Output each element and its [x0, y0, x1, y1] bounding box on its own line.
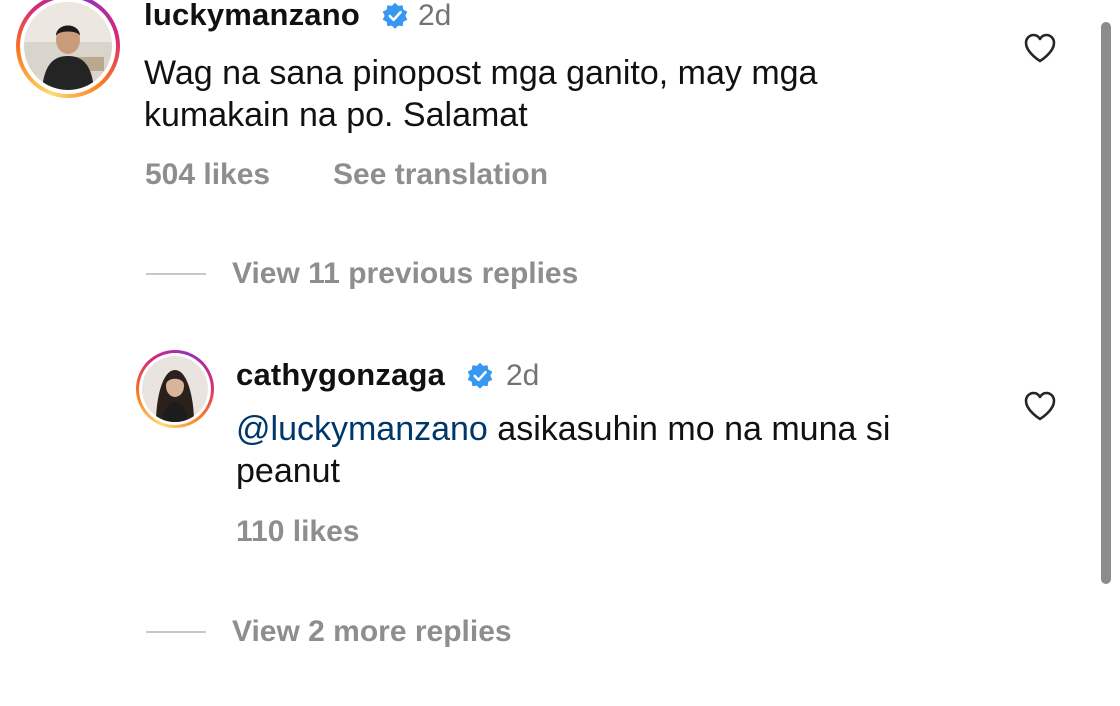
verified-badge-icon	[382, 2, 408, 29]
avatar-photo-cathygonzaga	[142, 356, 208, 422]
comment-text: Wag na sana pinopost mga ganito, may mga…	[144, 54, 818, 134]
mention-link[interactable]: @luckymanzano	[236, 410, 488, 448]
view-more-replies-button[interactable]: View 2 more replies	[232, 615, 512, 649]
reply-username[interactable]: cathygonzaga	[236, 357, 445, 393]
heart-outline-icon[interactable]	[1023, 32, 1057, 64]
see-translation-button[interactable]: See translation	[333, 158, 548, 192]
replies-divider	[146, 631, 206, 633]
comment-timestamp: 2d	[418, 0, 452, 32]
comment-thread: luckymanzano 2d Wag na sana pinopost mga…	[0, 0, 1120, 706]
avatar[interactable]	[16, 0, 120, 98]
heart-outline-icon[interactable]	[1023, 390, 1057, 422]
reply-text: @luckymanzano asikasuhin mo na muna si p…	[236, 408, 976, 492]
reply-likes-count[interactable]: 110 likes	[236, 515, 359, 549]
verified-badge-icon	[467, 362, 493, 389]
scrollbar[interactable]	[1101, 22, 1111, 584]
reply-timestamp: 2d	[506, 359, 540, 392]
avatar-photo-luckymanzano	[24, 2, 112, 90]
comment-username[interactable]: luckymanzano	[144, 0, 360, 33]
view-previous-replies-button[interactable]: View 11 previous replies	[232, 257, 578, 291]
replies-divider	[146, 273, 206, 275]
reply-avatar[interactable]	[136, 350, 214, 428]
comment-likes-count[interactable]: 504 likes	[145, 158, 270, 192]
